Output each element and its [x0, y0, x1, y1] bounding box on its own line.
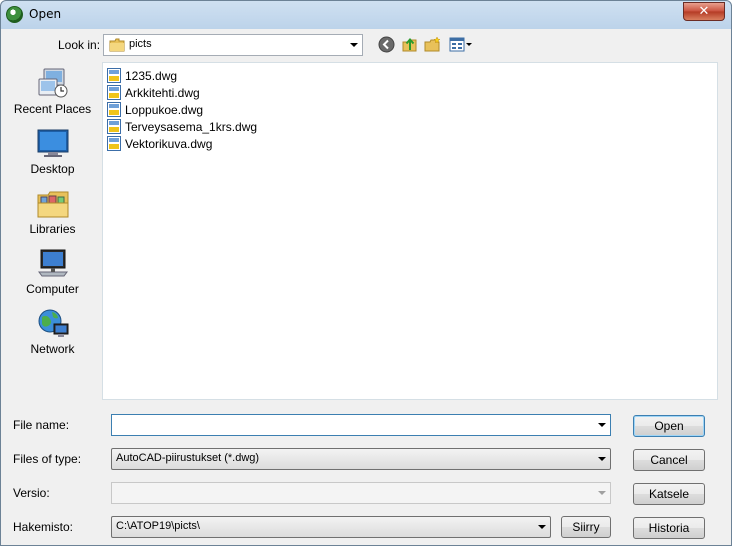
siirry-button[interactable]: Siirry [561, 516, 611, 538]
versio-dropdown[interactable] [111, 482, 611, 504]
up-folder-icon[interactable] [401, 36, 418, 53]
file-name-input[interactable] [111, 414, 611, 436]
chevron-down-icon [538, 525, 546, 529]
dwg-file-icon [107, 136, 121, 151]
file-name: Arkkitehti.dwg [125, 86, 200, 100]
look-in-dropdown[interactable]: picts [103, 34, 363, 56]
dwg-file-icon [107, 119, 121, 134]
file-list[interactable]: 1235.dwg Arkkitehti.dwg Loppukoe.dwg Ter… [102, 62, 718, 400]
computer-icon [38, 249, 68, 277]
open-button[interactable]: Open [633, 415, 705, 437]
dwg-file-icon [107, 102, 121, 117]
file-type-label: Files of type: [13, 452, 82, 466]
file-type-dropdown[interactable]: AutoCAD-piirustukset (*.dwg) [111, 448, 611, 470]
dwg-file-icon [107, 85, 121, 100]
network-icon [38, 309, 69, 337]
place-recent-places[interactable]: Recent Places [6, 67, 99, 125]
place-label: Libraries [29, 222, 76, 236]
view-menu-icon[interactable] [449, 36, 473, 53]
file-name-label: File name: [13, 418, 70, 432]
close-button[interactable]: ✕ [683, 2, 725, 21]
file-name: Terveysasema_1krs.dwg [125, 120, 258, 134]
place-computer[interactable]: Computer [6, 247, 99, 305]
look-in-value: picts [129, 38, 152, 50]
file-type-value: AutoCAD-piirustukset (*.dwg) [116, 452, 260, 464]
chevron-down-icon [598, 491, 606, 495]
cancel-button[interactable]: Cancel [633, 449, 705, 471]
place-label: Desktop [30, 162, 75, 176]
place-desktop[interactable]: Desktop [6, 127, 99, 185]
versio-label: Versio: [13, 486, 50, 500]
open-dialog: Open ✕ Look in: picts Recent Places Desk… [0, 0, 732, 546]
places-bar: Recent Places Desktop Libraries Computer… [6, 62, 99, 400]
title-bar[interactable]: Open ✕ [1, 1, 731, 29]
chevron-down-icon [598, 423, 606, 427]
hakemisto-dropdown[interactable]: C:\ATOP19\picts\ [111, 516, 551, 538]
app-icon [6, 6, 23, 23]
chevron-down-icon [598, 457, 606, 461]
historia-button[interactable]: Historia [633, 517, 705, 539]
look-in-label: Look in: [58, 38, 101, 52]
place-label: Network [30, 342, 75, 356]
hakemisto-label: Hakemisto: [13, 520, 74, 534]
place-network[interactable]: Network [6, 307, 99, 365]
libraries-icon [37, 191, 69, 218]
window-title: Open [29, 7, 62, 21]
place-libraries[interactable]: Libraries [6, 187, 99, 245]
desktop-icon [37, 129, 69, 157]
back-icon[interactable] [378, 36, 395, 53]
place-label: Recent Places [13, 102, 92, 116]
new-folder-icon[interactable] [424, 36, 441, 53]
file-name: Loppukoe.dwg [125, 103, 204, 117]
file-name: 1235.dwg [125, 69, 178, 83]
folder-icon [109, 38, 125, 52]
katsele-button[interactable]: Katsele [633, 483, 705, 505]
recent-places-icon [38, 68, 68, 98]
chevron-down-icon [350, 43, 358, 47]
file-name: Vektorikuva.dwg [125, 137, 213, 151]
place-label: Computer [26, 282, 79, 296]
dwg-file-icon [107, 68, 121, 83]
hakemisto-value: C:\ATOP19\picts\ [116, 520, 200, 532]
